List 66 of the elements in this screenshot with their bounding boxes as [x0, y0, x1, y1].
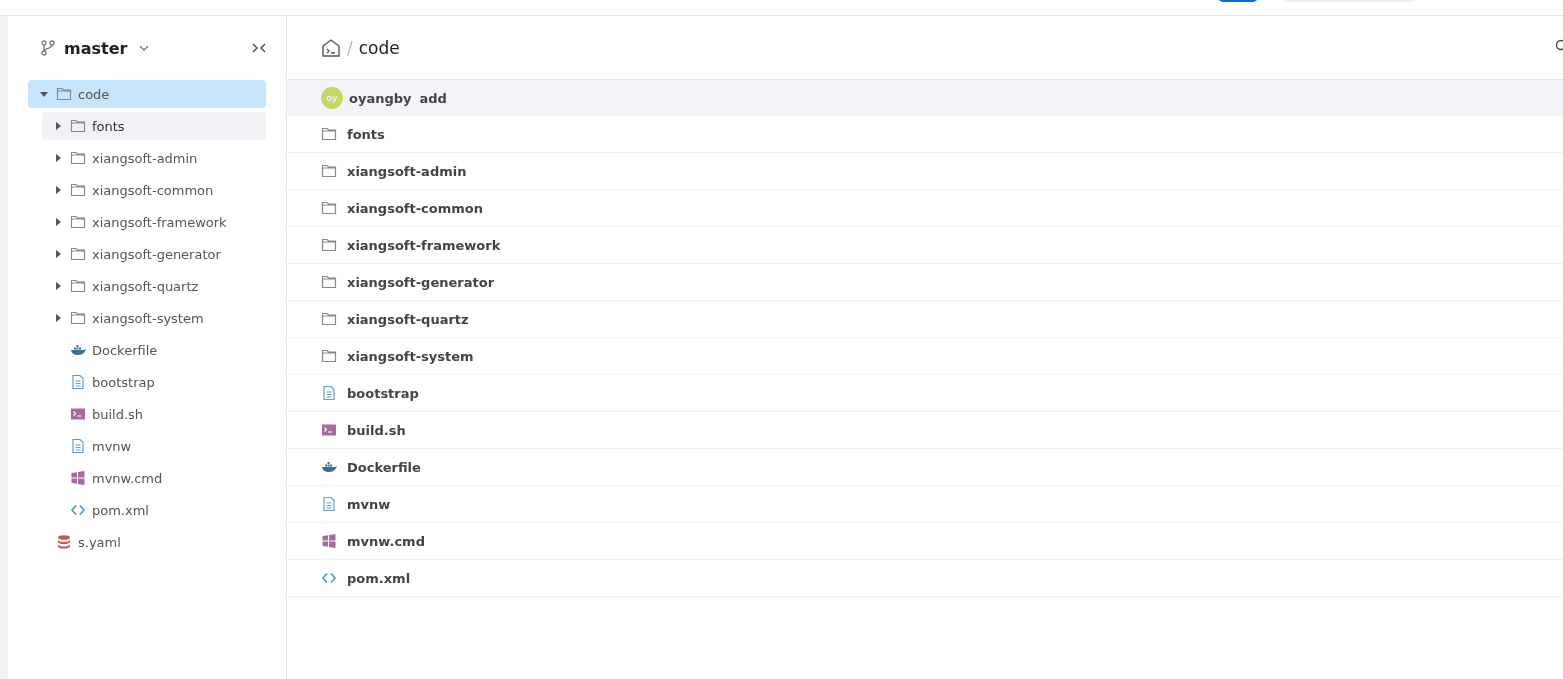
file-name[interactable]: bootstrap — [347, 385, 419, 401]
branch-icon — [41, 40, 55, 56]
document-icon — [70, 374, 86, 390]
file-name[interactable]: Dockerfile — [347, 459, 421, 475]
folder-icon — [321, 274, 337, 290]
whale-icon — [70, 342, 86, 358]
folder-icon — [70, 246, 86, 262]
folder-icon — [321, 311, 337, 327]
database-icon — [56, 534, 72, 550]
folder-icon — [70, 310, 86, 326]
windows-icon — [321, 533, 337, 549]
windows-icon — [70, 470, 86, 486]
file-name[interactable]: xiangsoft-framework — [347, 237, 501, 253]
breadcrumb-current: code — [358, 37, 400, 58]
whale-icon — [321, 459, 337, 475]
tree-item[interactable]: mvnw.cmd — [42, 464, 266, 492]
tree-item[interactable]: pom.xml — [42, 496, 266, 524]
folder-icon — [70, 278, 86, 294]
file-name[interactable]: xiangsoft-quartz — [347, 311, 469, 327]
branch-name[interactable]: master — [64, 38, 128, 58]
folder-icon — [321, 237, 337, 253]
file-name[interactable]: mvnw — [347, 496, 391, 512]
file-name[interactable]: mvnw.cmd — [347, 533, 425, 549]
document-icon — [321, 496, 337, 512]
file-name[interactable]: xiangsoft-admin — [347, 163, 467, 179]
tree-item[interactable]: code — [28, 80, 266, 108]
folder-icon — [70, 118, 86, 134]
tree-item[interactable]: fonts — [42, 112, 266, 140]
folder-icon — [70, 150, 86, 166]
tree-item[interactable]: xiangsoft-generator — [42, 240, 266, 268]
tree-item[interactable]: xiangsoft-system — [42, 304, 266, 332]
tree-item[interactable]: xiangsoft-common — [42, 176, 266, 204]
tree-item[interactable]: xiangsoft-framework — [42, 208, 266, 236]
folder-icon — [56, 86, 72, 102]
file-name[interactable]: pom.xml — [347, 570, 411, 586]
tree-item[interactable]: s.yaml — [28, 528, 266, 556]
collapse-icon[interactable] — [252, 43, 266, 53]
file-name[interactable]: fonts — [347, 126, 385, 142]
file-name[interactable]: build.sh — [347, 422, 406, 438]
terminal-icon — [321, 422, 337, 438]
folder-icon — [70, 214, 86, 230]
folder-icon — [321, 126, 337, 142]
folder-icon — [70, 182, 86, 198]
breadcrumb-separator: / — [347, 37, 353, 58]
file-name[interactable]: xiangsoft-system — [347, 348, 474, 364]
tree-item[interactable]: bootstrap — [42, 368, 266, 396]
commit-author[interactable]: oyangby — [349, 90, 412, 106]
document-icon — [70, 438, 86, 454]
tree-item[interactable]: xiangsoft-quartz — [42, 272, 266, 300]
tree-item[interactable]: Dockerfile — [42, 336, 266, 364]
terminal-icon — [70, 406, 86, 422]
document-icon — [321, 385, 337, 401]
file-name[interactable]: xiangsoft-generator — [347, 274, 495, 290]
tree-item[interactable]: mvnw — [42, 432, 266, 460]
code-icon — [321, 570, 337, 586]
tree-item[interactable]: build.sh — [42, 400, 266, 428]
folder-icon — [321, 348, 337, 364]
avatar: oy — [321, 87, 343, 109]
folder-icon — [321, 163, 337, 179]
commit-message[interactable]: add — [419, 90, 447, 106]
tree-item[interactable]: xiangsoft-admin — [42, 144, 266, 172]
repository-icon[interactable] — [321, 38, 341, 57]
code-icon — [70, 502, 86, 518]
folder-icon — [321, 200, 337, 216]
file-name[interactable]: xiangsoft-common — [347, 200, 484, 216]
chevron-down-icon[interactable] — [139, 44, 150, 52]
